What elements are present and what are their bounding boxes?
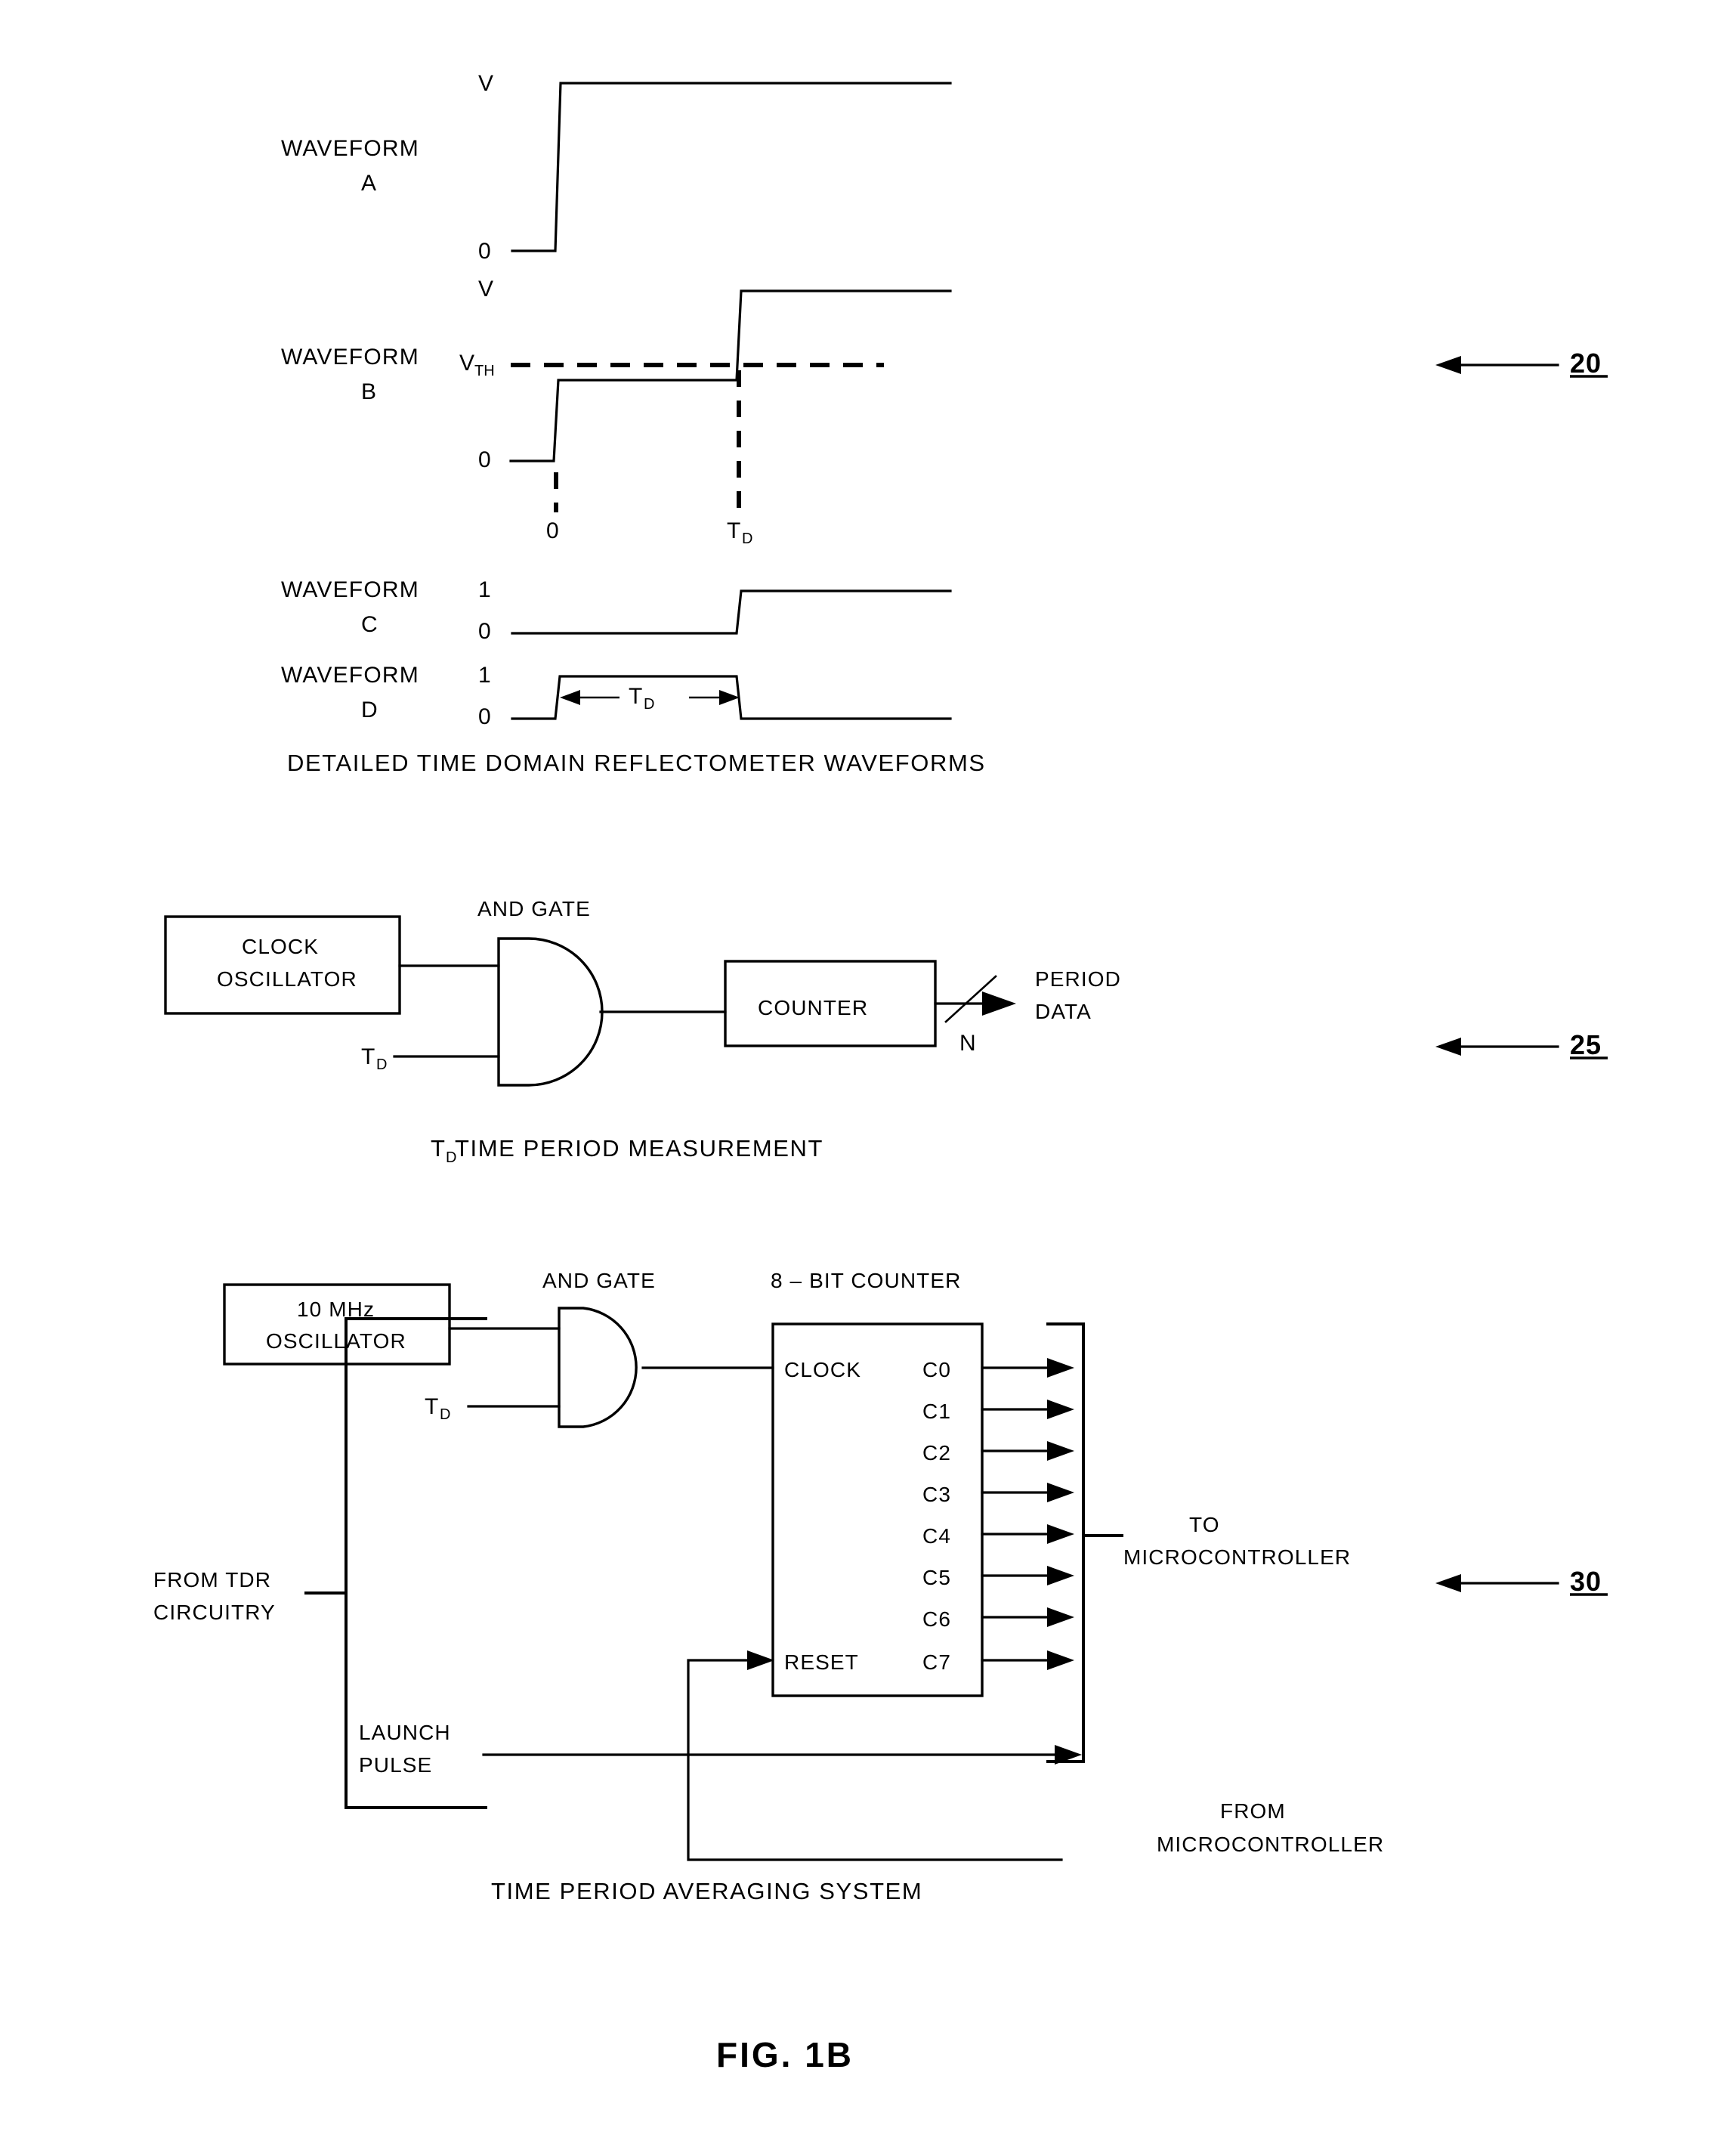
counter-output-c3: C3 [922, 1483, 951, 1506]
averaging-caption: TIME PERIOD AVERAGING SYSTEM [491, 1878, 922, 1904]
counter-output-pins: C0 C1 C2 C3 C4 C5 C6 C7 [922, 1358, 1074, 1674]
td-input-sub-25: D [376, 1056, 387, 1073]
measurement-caption-rest: TIME PERIOD MEASUREMENT [455, 1135, 823, 1162]
period-data-label-line2: DATA [1035, 1000, 1092, 1023]
waveform-c-label-line1: WAVEFORM [281, 577, 419, 602]
waveform-b-td-sub: D [742, 530, 752, 547]
to-microcontroller-label-line1: TO [1189, 1513, 1220, 1536]
measurement-caption-prefix: T [431, 1135, 446, 1162]
waveform-a-low-label: 0 [478, 239, 491, 264]
waveform-b-threshold-sub: TH [474, 363, 495, 379]
from-microcontroller-label-line1: FROM [1220, 1799, 1286, 1823]
counter-output-c2: C2 [922, 1441, 951, 1465]
launch-pulse-label-line1: LAUNCH [359, 1721, 451, 1744]
waveform-d-label-line2: D [361, 698, 378, 722]
waveforms-caption: DETAILED TIME DOMAIN REFLECTOMETER WAVEF… [287, 750, 986, 776]
counter-output-c5: C5 [922, 1566, 951, 1589]
td-input-sub-30: D [440, 1406, 450, 1423]
waveform-c-trace [511, 589, 952, 635]
and-gate-symbol-25 [497, 937, 604, 1087]
waveform-b-threshold-label: V [459, 351, 474, 376]
to-microcontroller-brace [1046, 1322, 1085, 1763]
waveform-b-trace [509, 289, 952, 462]
waveform-c-low-label: 0 [478, 619, 491, 644]
waveform-b-high-label: V [478, 277, 493, 302]
from-microcontroller-label-line2: MICROCONTROLLER [1157, 1833, 1384, 1856]
and-gate-label-25: AND GATE [477, 897, 591, 920]
reference-number-25: 25 [1570, 1029, 1602, 1060]
counter-output-c4: C4 [922, 1524, 951, 1548]
td-input-label-30: T [425, 1394, 438, 1419]
counter-output-c1: C1 [922, 1400, 951, 1423]
from-tdr-label-line2: CIRCUITRY [153, 1601, 276, 1624]
waveform-b-time-origin-label: 0 [546, 518, 559, 543]
waveform-a-trace [511, 82, 952, 252]
counter-output-c7: C7 [922, 1650, 951, 1674]
waveform-d-td-label: T [629, 684, 642, 709]
waveform-d-td-sub: D [644, 696, 654, 713]
figure-title: FIG. 1B [716, 2035, 854, 2074]
waveform-b-td-label: T [727, 518, 740, 543]
counter-output-bus [934, 975, 1016, 1023]
reference-number-20: 20 [1570, 348, 1602, 379]
waveform-b-label-line2: B [361, 379, 377, 404]
eight-bit-counter-title: 8 – BIT COUNTER [771, 1269, 961, 1292]
waveform-c-high-label: 1 [478, 577, 491, 602]
launch-pulse-label-line2: PULSE [359, 1753, 432, 1777]
mhz-oscillator-label-line2: OSCILLATOR [266, 1329, 406, 1353]
waveform-d-label-line1: WAVEFORM [281, 663, 419, 688]
waveform-d-low-label: 0 [478, 704, 491, 729]
launch-pulse-wire [482, 1745, 1082, 1765]
clock-oscillator-label-line1: CLOCK [242, 935, 319, 958]
reference-number-30: 30 [1570, 1566, 1602, 1597]
and-gate-symbol-30 [558, 1307, 638, 1428]
bus-width-label: N [959, 1031, 976, 1056]
clock-oscillator-label-line2: OSCILLATOR [217, 967, 357, 991]
counter-label: COUNTER [758, 996, 868, 1019]
to-microcontroller-label-line2: MICROCONTROLLER [1123, 1545, 1351, 1569]
from-tdr-label-line1: FROM TDR [153, 1568, 271, 1591]
waveform-b-low-label: 0 [478, 447, 491, 472]
counter-reset-pin-label: RESET [784, 1650, 859, 1674]
waveform-a-high-label: V [478, 71, 493, 96]
counter-clock-pin-label: CLOCK [784, 1358, 861, 1381]
waveform-a-label-line1: WAVEFORM [281, 136, 419, 161]
td-input-label-25: T [361, 1044, 375, 1069]
clock-oscillator-box [164, 915, 401, 1015]
waveform-d-high-label: 1 [478, 663, 491, 688]
counter-output-c6: C6 [922, 1607, 951, 1631]
patent-figure-page: WAVEFORM A V 0 WAVEFORM B V V TH 0 0 T D… [0, 0, 1721, 2156]
waveform-a-label-line2: A [361, 171, 377, 196]
figure-canvas: WAVEFORM A V 0 WAVEFORM B V V TH 0 0 T D… [153, 71, 1608, 2074]
and-gate-label-30: AND GATE [542, 1269, 656, 1292]
period-data-label-line1: PERIOD [1035, 967, 1121, 991]
counter-output-c0: C0 [922, 1358, 951, 1381]
waveform-b-label-line1: WAVEFORM [281, 345, 419, 370]
waveform-c-label-line2: C [361, 612, 378, 637]
